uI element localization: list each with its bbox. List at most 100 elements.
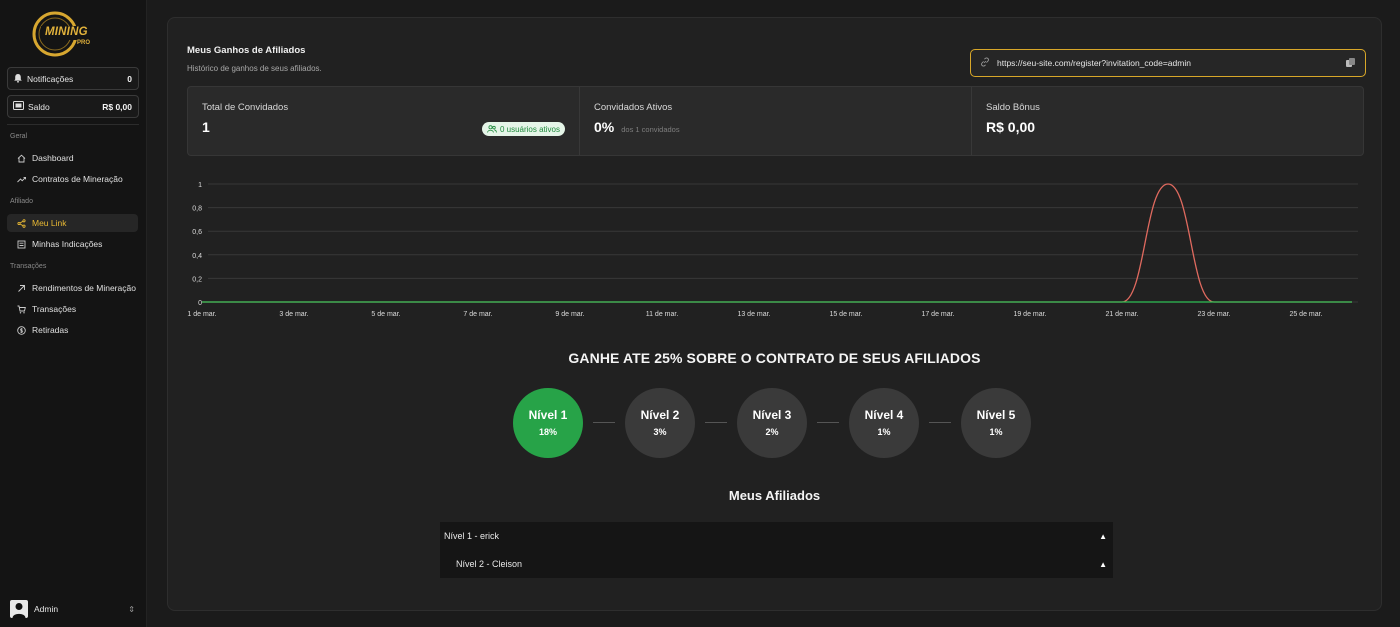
wallet-icon [13,101,24,112]
level-1-circle[interactable]: Nível 1 18% [513,387,583,458]
invite-link-text: https://seu-site.com/register?invitation… [997,58,1191,68]
x-tick-label: 23 de mar. [1197,311,1230,318]
y-tick-label: 0,8 [192,206,202,213]
sidebar-item-dashboard[interactable]: Dashboard [7,149,138,167]
x-tick-label: 7 de mar. [463,311,492,318]
commission-levels: Nível 1 18% Nível 2 3% Nível 3 2% Nível … [513,387,1031,458]
user-name: Admin [34,604,59,614]
level-name: Nível 3 [752,408,792,422]
sidebar-item-label: Contratos de Mineração [32,174,123,184]
notifications-count: 0 [127,73,132,84]
collapse-triangle-icon[interactable]: ▲ [1099,560,1107,569]
level-connector [705,422,727,423]
y-tick-label: 0,2 [192,276,202,283]
stat-saldo-bonus: Saldo Bônus R$ 0,00 [972,87,1363,155]
x-tick-label: 11 de mar. [646,311,679,318]
trend-up-icon [16,174,26,184]
sidebar-item-label: Dashboard [32,153,74,163]
level-5-circle[interactable]: Nível 5 1% [961,387,1031,458]
invite-link-field[interactable]: https://seu-site.com/register?invitation… [970,49,1366,77]
list-icon [16,239,26,249]
sidebar: MINING PRO Notificações 0 Saldo R$ 0,00 … [0,0,147,627]
balance-box[interactable]: Saldo R$ 0,00 [7,95,139,118]
copy-icon[interactable] [1345,57,1356,70]
commission-headline: GANHE ATE 25% SOBRE O CONTRATO DE SEUS A… [568,350,981,366]
sidebar-item-label: Rendimentos de Mineração [32,283,136,293]
level-percent: 1% [989,427,1003,437]
level-name: Nível 2 [640,408,680,422]
level-connector [817,422,839,423]
earnings-line-chart: 00,20,40,60,811 de mar. 3 de mar. 5 de mar… [187,182,1358,318]
level-connector [929,422,951,423]
sidebar-item-minhas-indicacoes[interactable]: Minhas Indicações [7,235,138,253]
bell-icon [13,73,23,85]
page-title: Meus Ganhos de Afiliados [187,45,306,56]
level-percent: 2% [765,427,779,437]
stat-total-convidados: Total de Convidados 1 0 usuários ativos [188,87,580,155]
stat-title: Saldo Bônus [986,102,1040,113]
sidebar-item-retiradas[interactable]: Retiradas [7,321,138,339]
status-badge: 0 usuários ativos [481,122,565,136]
user-menu[interactable]: Admin ⇕ [10,599,135,619]
page-subtitle: Histórico de ganhos de seus afiliados. [187,64,322,73]
balance-value: R$ 0,00 [102,101,132,112]
x-tick-label: 3 de mar. [279,311,308,318]
x-tick-label: 17 de mar. [921,311,954,318]
avatar [10,600,28,618]
level-percent: 1% [877,427,891,437]
notifications-box[interactable]: Notificações 0 [7,67,139,90]
x-tick-label: 15 de mar. [829,311,862,318]
y-tick-label: 0,4 [192,253,202,260]
sidebar-item-label: Retiradas [32,325,69,335]
stat-value: 1 [202,119,210,135]
cart-icon [16,304,26,314]
affiliate-label: Nível 1 - erick [444,531,500,541]
badge-label: 0 usuários ativos [499,124,560,134]
stats-row: Total de Convidados 1 0 usuários ativos … [187,86,1364,156]
x-tick-label: 13 de mar. [737,311,770,318]
sidebar-item-transacoes[interactable]: Transações [7,300,138,318]
collapse-triangle-icon[interactable]: ▲ [1099,532,1107,541]
x-tick-label: 25 de mar. [1289,311,1322,318]
stat-value: R$ 0,00 [986,119,1036,135]
x-tick-label: 1 de mar. [187,311,216,318]
stat-title: Convidados Ativos [594,102,673,113]
home-icon [16,153,26,163]
sidebar-divider [7,124,139,125]
sidebar-item-contratos[interactable]: Contratos de Mineração [7,170,138,188]
affiliates-tree: Nível 1 - erick ▲ Nível 2 - Cleison ▲ [440,522,1113,578]
level-name: Nível 5 [976,408,1016,422]
level-percent: 18% [538,427,557,437]
level-name: Nível 1 [528,408,568,422]
dollar-circle-icon [16,325,26,335]
y-tick-label: 0 [198,300,202,307]
x-tick-label: 5 de mar. [371,311,400,318]
sidebar-item-label: Minhas Indicações [32,239,103,249]
x-tick-label: 9 de mar. [555,311,584,318]
level-4-circle[interactable]: Nível 4 1% [849,387,919,458]
affiliate-earnings-card: Meus Ganhos de Afiliados Histórico de ga… [167,17,1382,611]
sidebar-item-label: Meu Link [32,218,67,228]
section-title-transacoes: Transações [10,263,47,270]
arrow-up-right-icon [16,283,26,293]
chevron-up-down-icon: ⇕ [128,604,135,614]
mining-pro-logo[interactable]: MINING PRO [31,9,101,59]
affiliate-row-level-1[interactable]: Nível 1 - erick ▲ [440,522,1113,550]
section-title-afiliado: Afiliado [10,198,33,205]
sidebar-item-rendimentos[interactable]: Rendimentos de Mineração [7,279,138,297]
level-connector [593,422,615,423]
sidebar-item-meu-link[interactable]: Meu Link [7,214,138,232]
users-icon [487,125,497,133]
affiliates-title: Meus Afiliados [728,488,821,503]
logo-subtext: PRO [77,40,91,46]
sidebar-item-label: Transações [32,304,77,314]
stat-title: Total de Convidados [202,102,289,113]
y-tick-label: 1 [198,182,202,189]
affiliate-label: Nível 2 - Cleison [456,559,523,569]
level-2-circle[interactable]: Nível 2 3% [625,387,695,458]
level-name: Nível 4 [864,408,904,422]
level-3-circle[interactable]: Nível 3 2% [737,387,807,458]
level-percent: 3% [653,427,667,437]
section-title-geral: Geral [10,133,28,140]
affiliate-row-level-2[interactable]: Nível 2 - Cleison ▲ [440,550,1113,578]
